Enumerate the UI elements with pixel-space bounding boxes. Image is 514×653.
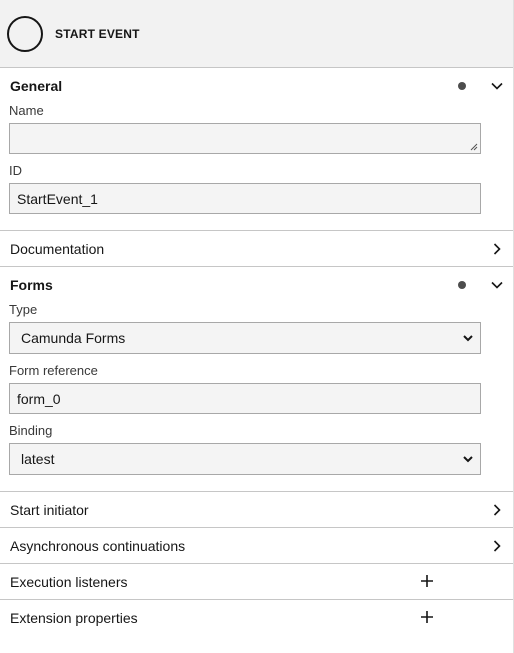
plus-icon[interactable]: [418, 608, 436, 626]
group-extension-properties-title: Extension properties: [10, 609, 138, 626]
group-start-initiator: Start initiator: [0, 492, 513, 528]
start-event-icon: [7, 15, 43, 52]
binding-label: Binding: [9, 423, 53, 438]
group-execution-listeners-title: Execution listeners: [10, 573, 128, 590]
name-label: Name: [9, 103, 44, 118]
data-dot-icon: [458, 281, 466, 289]
group-async-title: Asynchronous continuations: [10, 537, 186, 554]
group-general-header[interactable]: General: [0, 68, 513, 103]
group-general: General Name ID: [0, 68, 513, 231]
chevron-down-icon[interactable]: [488, 77, 506, 95]
group-documentation-header[interactable]: Documentation: [0, 231, 513, 266]
name-field-block: Name: [9, 103, 481, 154]
group-forms: Forms Type Camunda Forms Form reference: [0, 267, 513, 492]
form-ref-field[interactable]: [9, 383, 481, 414]
chevron-right-icon[interactable]: [488, 501, 506, 519]
group-execution-listeners-header[interactable]: Execution listeners: [0, 564, 513, 599]
binding-select-value: latest: [21, 451, 55, 467]
group-documentation-title: Documentation: [10, 240, 105, 257]
name-field[interactable]: [9, 123, 481, 154]
group-execution-listeners: Execution listeners: [0, 564, 513, 600]
group-async-header[interactable]: Asynchronous continuations: [0, 528, 513, 563]
chevron-right-icon[interactable]: [488, 240, 506, 258]
plus-icon[interactable]: [418, 572, 436, 590]
group-start-initiator-header[interactable]: Start initiator: [0, 492, 513, 527]
group-forms-header[interactable]: Forms: [0, 267, 513, 302]
id-field[interactable]: [9, 183, 481, 214]
form-ref-field-block: Form reference: [9, 363, 481, 414]
chevron-down-icon: [463, 335, 473, 342]
data-dot-icon: [458, 82, 466, 90]
group-async: Asynchronous continuations: [0, 528, 513, 564]
type-label: Type: [9, 302, 38, 317]
type-select[interactable]: Camunda Forms: [9, 322, 481, 354]
binding-select[interactable]: latest: [9, 443, 481, 475]
id-label: ID: [9, 163, 22, 178]
resize-grip-icon[interactable]: [470, 143, 478, 151]
group-forms-title: Forms: [10, 276, 53, 293]
type-select-value: Camunda Forms: [21, 330, 126, 346]
header-title: START EVENT: [55, 26, 140, 41]
binding-field-block: Binding latest: [9, 423, 481, 475]
group-general-body: Name ID: [0, 103, 513, 230]
chevron-down-icon[interactable]: [488, 276, 506, 294]
properties-panel: START EVENT General Name ID StartEvent_1…: [0, 0, 514, 653]
group-forms-body: Type Camunda Forms Form reference Bindin…: [0, 302, 513, 491]
group-documentation: Documentation: [0, 231, 513, 267]
group-extension-properties: Extension properties: [0, 600, 513, 635]
name-field-wrap: [9, 123, 481, 154]
id-field-block: ID: [9, 163, 481, 214]
group-general-title: General: [10, 77, 63, 94]
form-ref-label: Form reference: [9, 363, 98, 378]
chevron-right-icon[interactable]: [488, 537, 506, 555]
group-extension-properties-header[interactable]: Extension properties: [0, 600, 513, 635]
type-field-block: Type Camunda Forms: [9, 302, 481, 354]
chevron-down-icon: [463, 456, 473, 463]
group-start-initiator-title: Start initiator: [10, 501, 89, 518]
panel-header: START EVENT: [0, 0, 513, 68]
